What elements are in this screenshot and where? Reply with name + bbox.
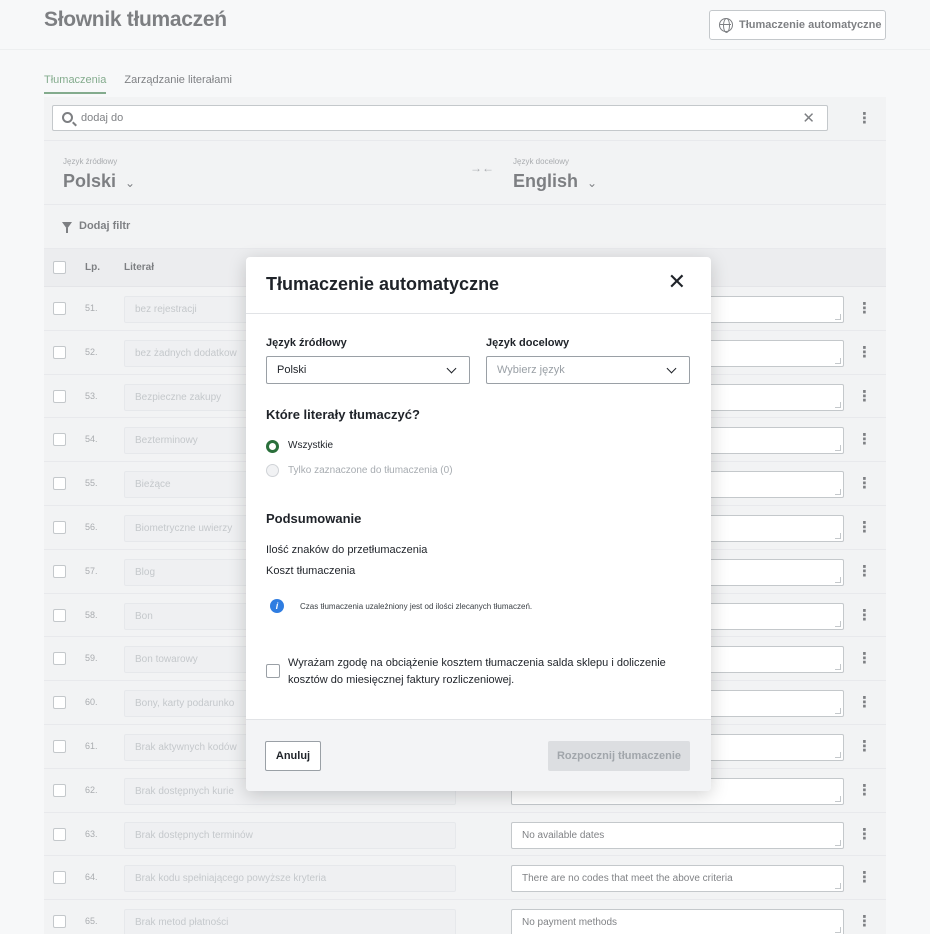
translation-cost-label: Koszt tłumaczenia <box>266 565 356 577</box>
target-language-label: Język docelowy <box>486 337 570 349</box>
radio-selected-only <box>266 464 279 477</box>
chevron-down-icon <box>446 363 457 374</box>
source-language-dropdown[interactable]: Polski <box>266 356 470 384</box>
info-text: Czas tłumaczenia uzależniony jest od ilo… <box>300 602 533 611</box>
which-literals-title: Które literały tłumaczyć? <box>266 407 420 422</box>
source-language-dropdown-value: Polski <box>277 364 307 376</box>
chevron-down-icon <box>666 363 677 374</box>
source-language-label: Język źródłowy <box>266 337 347 349</box>
chars-to-translate-label: Ilość znaków do przetłumaczenia <box>266 544 428 556</box>
start-translation-button[interactable]: Rozpocznij tłumaczenie <box>548 741 690 771</box>
radio-all-label: Wszystkie <box>288 440 333 451</box>
cancel-button[interactable]: Anuluj <box>265 741 321 771</box>
summary-title: Podsumowanie <box>266 511 362 526</box>
target-language-placeholder: Wybierz język <box>497 364 565 376</box>
close-icon[interactable]: ✕ <box>668 271 686 293</box>
info-icon: i <box>270 599 284 613</box>
radio-all[interactable] <box>266 440 279 453</box>
consent-text: Wyrażam zgodę na obciążenie kosztem tłum… <box>288 657 666 686</box>
radio-selected-only-label: Tylko zaznaczone do tłumaczenia (0) <box>288 465 453 476</box>
modal-header: Tłumaczenie automatyczne ✕ <box>246 257 711 314</box>
consent-checkbox[interactable] <box>266 664 280 678</box>
modal-title: Tłumaczenie automatyczne <box>266 274 500 294</box>
modal-footer: Anuluj Rozpocznij tłumaczenie <box>246 719 711 791</box>
auto-translate-modal: Tłumaczenie automatyczne ✕ Język źródłow… <box>246 257 711 791</box>
target-language-dropdown[interactable]: Wybierz język <box>486 356 690 384</box>
